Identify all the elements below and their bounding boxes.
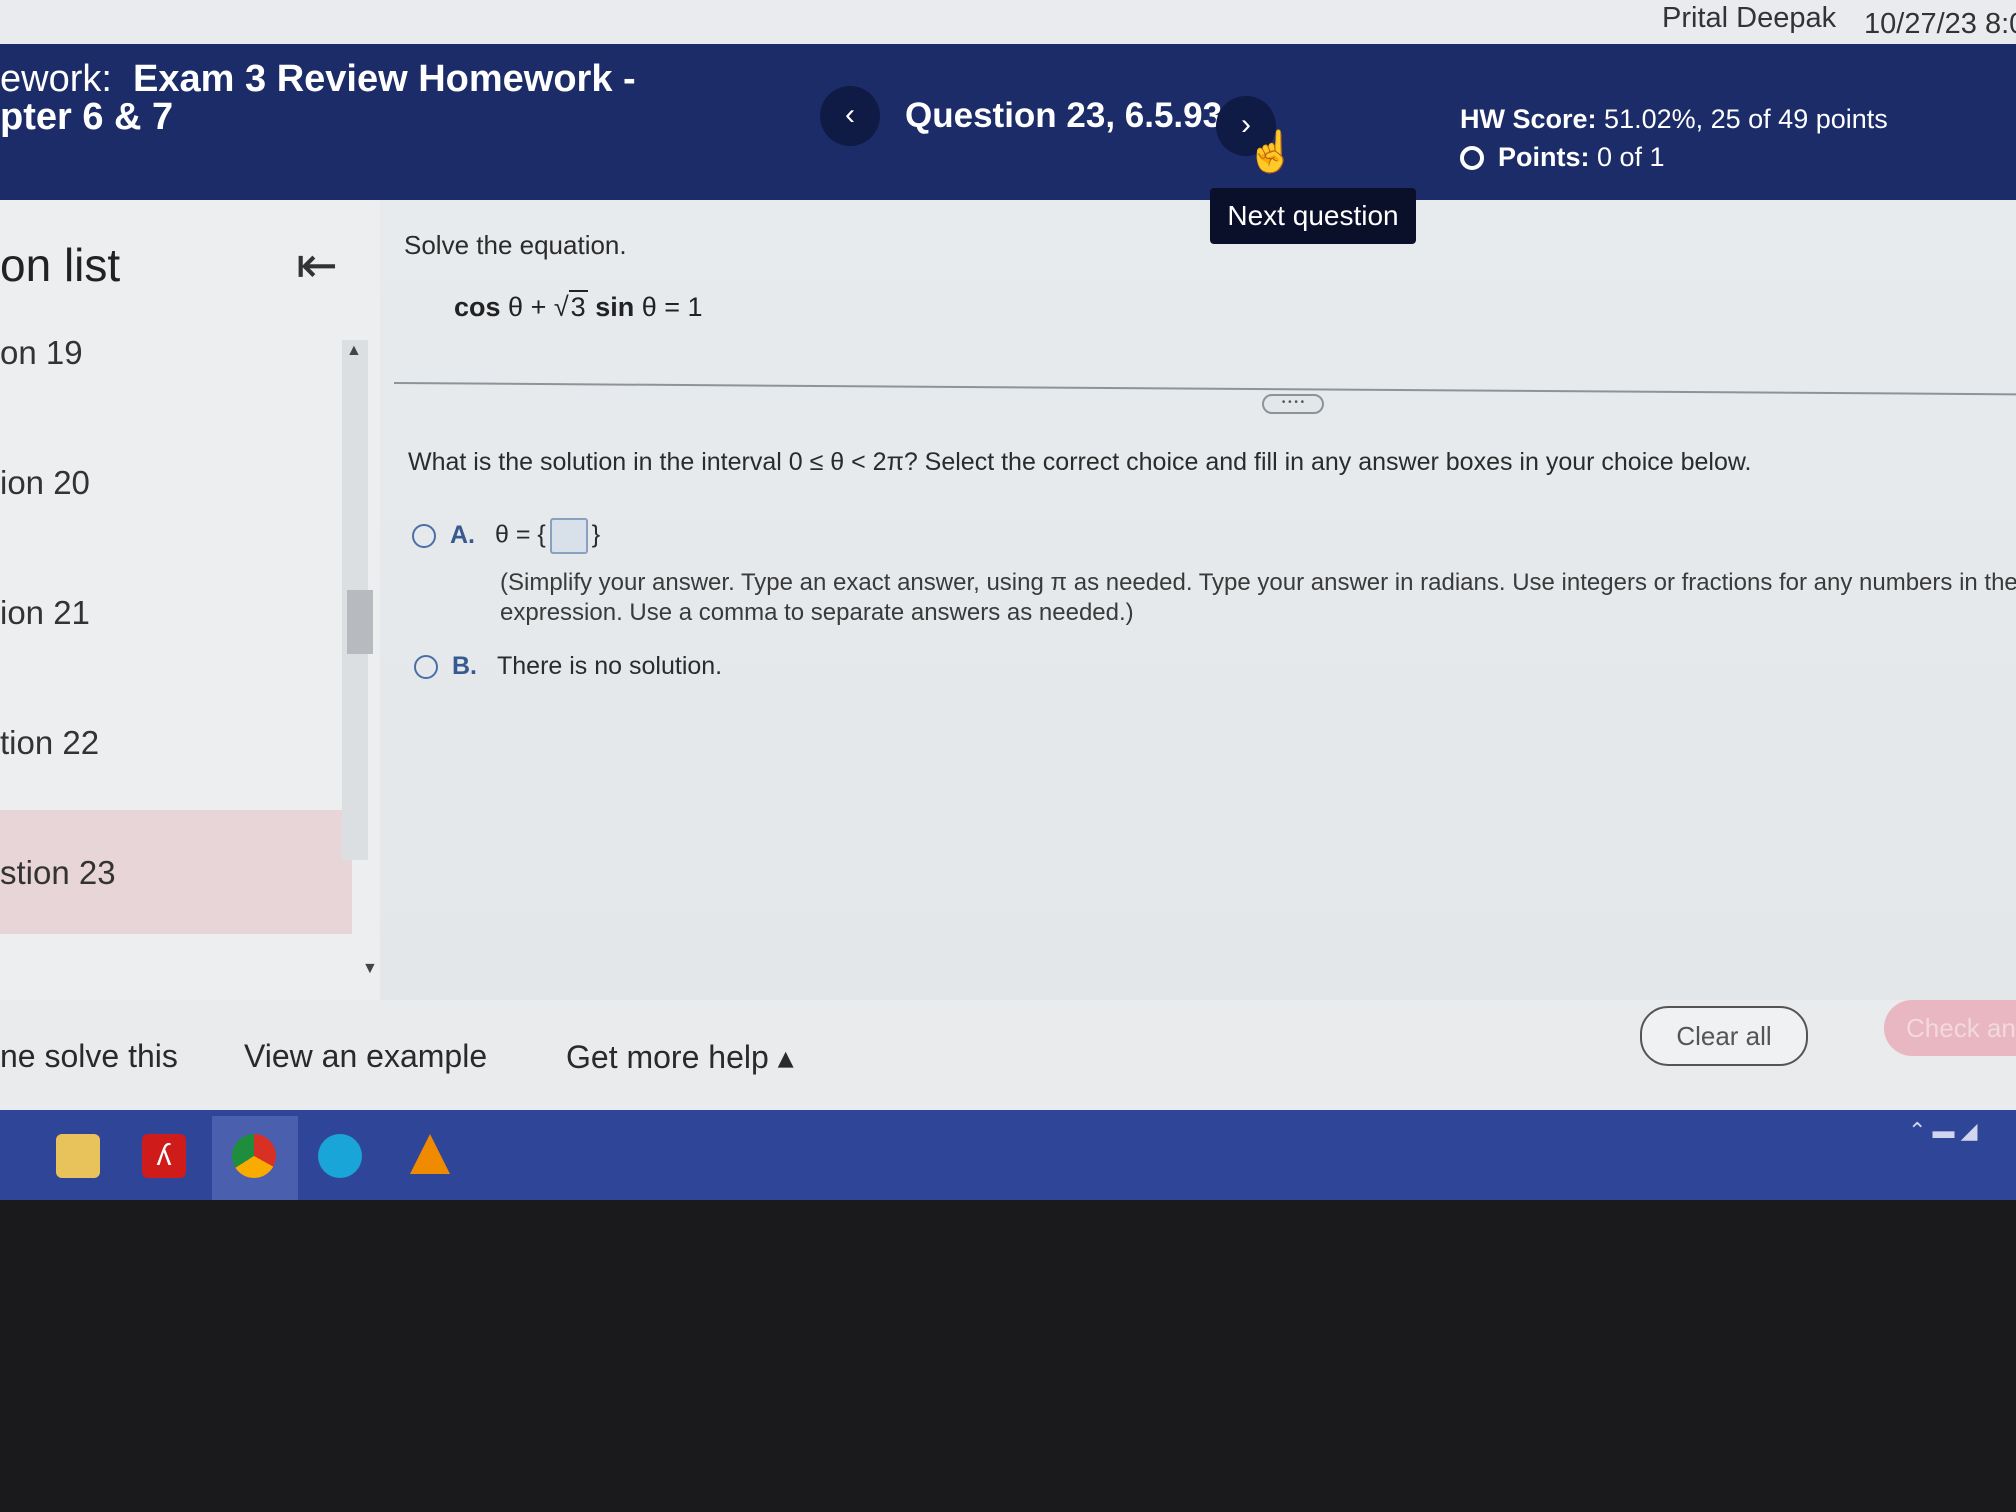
homework-title: ework: Exam 3 Review Homework - pter 6 &… xyxy=(0,58,636,138)
view-example-button[interactable]: View an example xyxy=(244,1038,487,1075)
chevron-left-icon: ‹ xyxy=(845,98,855,131)
system-tray[interactable]: ⌃ ▬ ◢ xyxy=(1908,1118,1978,1144)
previous-question-button[interactable]: ‹ xyxy=(820,86,880,146)
screen: Prital Deepak 10/27/23 8:07 ework: Exam … xyxy=(0,0,2016,1200)
pdf-reader-icon[interactable]: ʎ xyxy=(142,1134,186,1178)
help-me-solve-button[interactable]: ne solve this xyxy=(0,1038,178,1075)
answer-hint: (Simplify your answer. Type an exact ans… xyxy=(500,569,2016,626)
scroll-up-icon[interactable]: ▲ xyxy=(346,342,362,360)
user-bar: Prital Deepak 10/27/23 8:07 xyxy=(0,0,2016,44)
vlc-icon[interactable] xyxy=(410,1134,450,1174)
resize-handle[interactable]: • • • • xyxy=(1262,394,1324,414)
choice-a[interactable]: A. θ = {} xyxy=(412,518,600,554)
sidebar-title: on list xyxy=(0,239,121,291)
scrollbar-thumb[interactable] xyxy=(347,590,373,654)
sidebar-item-question-21[interactable]: ion 21 xyxy=(0,550,352,674)
chrome-icon[interactable] xyxy=(232,1134,276,1178)
taskbar: ʎ ⌃ ▬ ◢ xyxy=(0,1110,2016,1200)
equation: cos θ + √3 sin θ = 1 xyxy=(454,290,703,322)
question-text: What is the solution in the interval 0 ≤… xyxy=(408,448,1752,476)
collapse-sidebar-icon[interactable]: ⇤ xyxy=(296,240,338,290)
circle-icon xyxy=(1460,145,1484,170)
header: ework: Exam 3 Review Homework - pter 6 &… xyxy=(0,44,2016,200)
choice-a-radio[interactable] xyxy=(412,524,436,548)
check-answer-button[interactable]: Check an xyxy=(1884,1000,2016,1056)
scroll-down-icon[interactable]: ▼ xyxy=(362,960,378,978)
choice-b[interactable]: B. There is no solution. xyxy=(414,652,722,681)
question-panel: Solve the equation. cos θ + √3 sin θ = 1… xyxy=(380,200,2016,1000)
question-title: Question 23, 6.5.93 xyxy=(905,96,1223,135)
file-explorer-icon[interactable] xyxy=(56,1134,100,1178)
sidebar-item-question-23[interactable]: stion 23 xyxy=(0,810,352,934)
sidebar-item-question-19[interactable]: on 19 xyxy=(0,290,352,414)
edge-icon[interactable] xyxy=(318,1134,362,1178)
clear-all-button[interactable]: Clear all xyxy=(1640,1006,1808,1066)
question-prompt: Solve the equation. xyxy=(404,230,627,260)
hw-score: HW Score: 51.02%, 25 of 49 points xyxy=(1460,104,1888,134)
divider xyxy=(393,382,2016,396)
question-list-sidebar: on list ⇤ on 19 ion 20 ion 21 tion 22 st… xyxy=(0,200,380,1000)
user-name: Prital Deepak xyxy=(1662,2,1837,34)
sidebar-item-question-20[interactable]: ion 20 xyxy=(0,420,352,544)
hand-cursor-icon: ☝ xyxy=(1246,130,1296,174)
datetime: 10/27/23 8:07 xyxy=(1864,8,2016,40)
help-footer: ne solve this View an example Get more h… xyxy=(0,1000,2016,1110)
answer-input[interactable] xyxy=(549,518,588,554)
choice-b-radio[interactable] xyxy=(414,655,438,680)
sidebar-item-question-22[interactable]: tion 22 xyxy=(0,680,352,804)
points: Points: 0 of 1 xyxy=(1460,142,1665,173)
more-help-button[interactable]: Get more help ▴ xyxy=(566,1038,794,1076)
